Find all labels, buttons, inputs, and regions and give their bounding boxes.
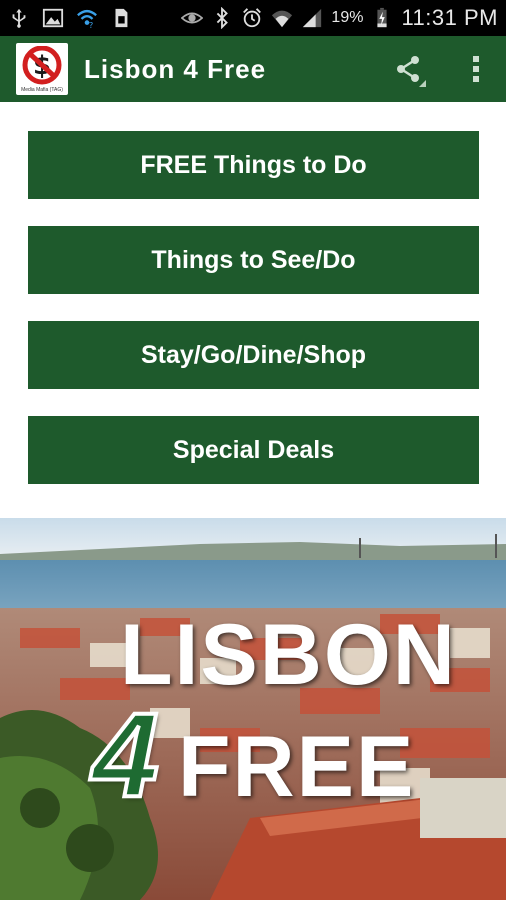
battery-charging-icon bbox=[371, 7, 393, 29]
bluetooth-icon bbox=[211, 7, 233, 29]
stay-go-dine-shop-button[interactable]: Stay/Go/Dine/Shop bbox=[28, 321, 479, 389]
signal-icon bbox=[301, 7, 323, 29]
wifi-notify-icon: ? bbox=[76, 7, 98, 29]
sim-icon bbox=[110, 7, 132, 29]
dropdown-corner-icon bbox=[419, 80, 426, 87]
overflow-menu-button[interactable] bbox=[458, 49, 494, 89]
app-logo[interactable]: $ Media Mafia (TAG) bbox=[16, 43, 68, 95]
logo-caption: Media Mafia (TAG) bbox=[21, 86, 63, 93]
alarm-icon bbox=[241, 7, 263, 29]
things-to-see-do-button[interactable]: Things to See/Do bbox=[28, 226, 479, 294]
overflow-menu-icon bbox=[473, 56, 479, 82]
status-bar: ? 19% 11:31 PM bbox=[0, 0, 506, 36]
image-icon bbox=[42, 7, 64, 29]
wifi-icon bbox=[271, 7, 293, 29]
battery-percent: 19% bbox=[331, 9, 364, 26]
no-dollar-logo-icon: $ bbox=[22, 45, 62, 84]
usb-icon bbox=[8, 7, 30, 29]
clock: 11:31 PM bbox=[401, 5, 498, 30]
share-button[interactable] bbox=[390, 49, 426, 89]
free-things-to-do-button[interactable]: FREE Things to Do bbox=[28, 131, 479, 199]
main-menu: FREE Things to Do Things to See/Do Stay/… bbox=[28, 131, 479, 511]
lisbon-banner-image: LISBON 4 FREE bbox=[0, 518, 506, 900]
app-title: Lisbon 4 Free bbox=[84, 53, 267, 84]
svg-text:?: ? bbox=[89, 20, 93, 29]
special-deals-button[interactable]: Special Deals bbox=[28, 416, 479, 484]
action-bar: $ Media Mafia (TAG) Lisbon 4 Free bbox=[0, 36, 506, 102]
eye-icon bbox=[181, 7, 204, 29]
